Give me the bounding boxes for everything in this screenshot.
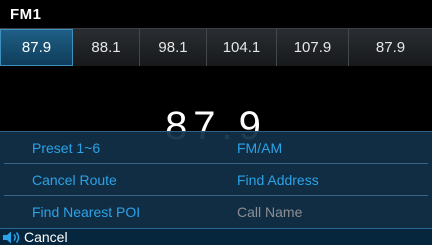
preset-tab-3[interactable]: 98.1 xyxy=(140,29,207,66)
cancel-label: Cancel xyxy=(24,229,68,245)
title-bar: FM1 xyxy=(0,0,432,29)
cmd-cancel-route[interactable]: Cancel Route xyxy=(32,172,117,188)
voice-command-panel: Preset 1~6 FM/AM Cancel Route Find Addre… xyxy=(0,131,432,228)
band-title: FM1 xyxy=(10,6,42,23)
cmd-find-nearest-poi[interactable]: Find Nearest POI xyxy=(32,204,140,220)
cmd-call-name: Call Name xyxy=(237,204,303,220)
preset-tab-5[interactable]: 107.9 xyxy=(277,29,349,66)
preset-row: 87.9 88.1 98.1 104.1 107.9 87.9 xyxy=(0,29,432,66)
cancel-button[interactable]: Cancel xyxy=(0,228,432,245)
cmd-fm-am[interactable]: FM/AM xyxy=(237,140,282,156)
preset-tab-6[interactable]: 87.9 xyxy=(349,29,432,66)
cmd-find-address[interactable]: Find Address xyxy=(237,172,319,188)
preset-tab-1[interactable]: 87.9 xyxy=(0,29,73,66)
speaker-icon xyxy=(3,231,23,244)
main-display: 87.9 xyxy=(0,66,432,146)
cmd-preset[interactable]: Preset 1~6 xyxy=(32,140,100,156)
divider xyxy=(4,195,428,196)
divider xyxy=(4,163,428,164)
preset-tab-4[interactable]: 104.1 xyxy=(207,29,277,66)
preset-tab-2[interactable]: 88.1 xyxy=(73,29,140,66)
